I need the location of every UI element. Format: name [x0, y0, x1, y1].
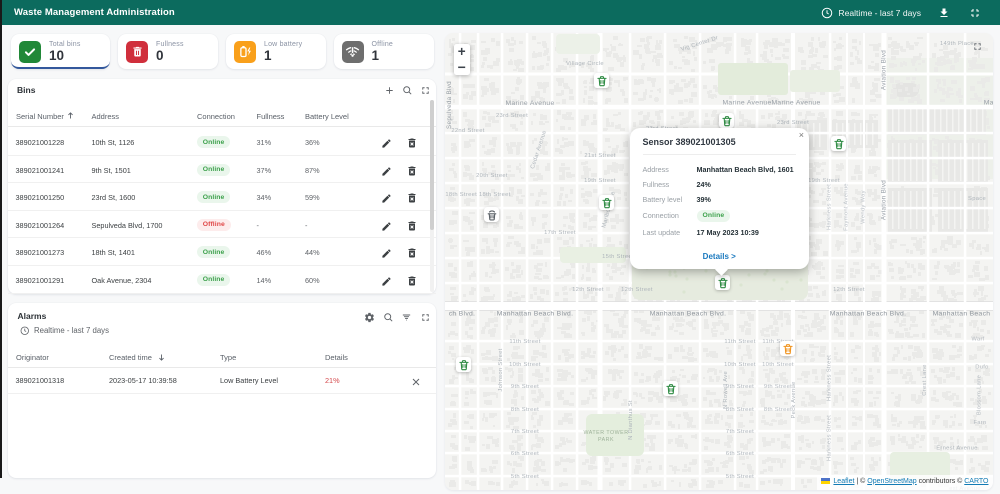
svg-text:8th Street: 8th Street — [764, 407, 792, 413]
svg-text:22nd Street: 22nd Street — [451, 128, 484, 134]
svg-text:Johnson Street: Johnson Street — [498, 348, 504, 391]
svg-text:Sepulveda Blvd: Sepulveda Blvd — [446, 81, 453, 129]
svg-text:6th Street: 6th Street — [511, 451, 539, 457]
svg-text:Manhattan Beach B: Manhattan Beach B — [933, 311, 993, 318]
svg-text:Peck Avenue: Peck Avenue — [791, 381, 797, 418]
svg-text:20th Street: 20th Street — [476, 173, 508, 179]
svg-text:Crest Lane: Crest Lane — [922, 364, 928, 395]
svg-text:Harkness Street: Harkness Street — [827, 355, 833, 401]
svg-text:18th Street 18th Street: 18th Street 18th Street — [445, 192, 510, 198]
svg-text:Aviation Blvd: Aviation Blvd — [881, 50, 888, 90]
svg-text:149th Place: 149th Place — [940, 41, 974, 47]
svg-text:17th Street: 17th Street — [544, 230, 576, 236]
svg-text:Village Circle: Village Circle — [566, 61, 604, 67]
svg-text:23rd Street: 23rd Street — [496, 113, 528, 119]
svg-text:10th Street: 10th Street — [509, 362, 541, 368]
svg-text:11th Street: 11th Street — [509, 339, 540, 345]
svg-text:ch Blvd.: ch Blvd. — [449, 311, 476, 318]
svg-text:12th Street: 12th Street — [833, 287, 865, 293]
svg-text:12th Street: 12th Street — [572, 287, 604, 293]
svg-text:Wendy Way: Wendy Way — [861, 190, 867, 224]
svg-text:5th Street: 5th Street — [511, 474, 539, 480]
svg-text:PARK: PARK — [598, 437, 614, 443]
svg-text:6th Street: 6th Street — [726, 451, 754, 457]
svg-text:Marine Avenue: Marine Avenue — [505, 100, 554, 107]
svg-text:Dufo: Dufo — [975, 365, 988, 371]
svg-text:10th Street: 10th Street — [762, 362, 794, 368]
svg-text:Mar: Mar — [984, 100, 993, 107]
svg-text:11th Street: 11th Street — [724, 339, 755, 345]
svg-text:Marine Avenue: Marine Avenue — [771, 100, 820, 107]
svg-text:Ernest Avenue: Ernest Avenue — [936, 446, 978, 452]
svg-text:10th Street: 10th Street — [724, 362, 756, 368]
svg-text:WATER TOWER: WATER TOWER — [583, 430, 628, 436]
svg-text:23rd Street: 23rd Street — [777, 120, 809, 126]
svg-text:N Dianthus St: N Dianthus St — [628, 400, 634, 440]
svg-text:21st Street: 21st Street — [584, 153, 615, 159]
svg-text:12th Street: 12th Street — [621, 287, 653, 293]
svg-text:9th Street: 9th Street — [726, 384, 754, 390]
svg-text:Harkness Street: Harkness Street — [827, 415, 833, 461]
svg-text:Manhattan Beach Blvd.: Manhattan Beach Blvd. — [497, 311, 574, 318]
svg-text:7th Street: 7th Street — [511, 429, 539, 435]
svg-text:N Rowell Ave: N Rowell Ave — [723, 371, 729, 409]
svg-text:19th Street: 19th Street — [808, 178, 840, 184]
svg-text:9th Street: 9th Street — [764, 384, 792, 390]
svg-text:Manhattan Beach Blvd.: Manhattan Beach Blvd. — [830, 311, 907, 318]
svg-text:7th Street: 7th Street — [726, 429, 754, 435]
svg-text:Marine Avenue: Marine Avenue — [722, 100, 771, 107]
svg-text:Harkness Street: Harkness Street — [827, 184, 833, 230]
svg-text:19th Street: 19th Street — [584, 178, 616, 184]
svg-text:Farn: Farn — [973, 420, 986, 426]
svg-text:Space: Space — [968, 196, 986, 202]
svg-text:Warf: Warf — [971, 337, 984, 343]
svg-text:8th Street: 8th Street — [511, 407, 539, 413]
svg-text:5th Street: 5th Street — [726, 474, 754, 480]
svg-text:Aviation Blvd: Aviation Blvd — [881, 180, 888, 220]
svg-text:Blossom Lane: Blossom Lane — [977, 375, 983, 415]
svg-text:Faymont Avenue: Faymont Avenue — [844, 183, 850, 231]
svg-text:9th Street: 9th Street — [511, 384, 539, 390]
svg-text:Manhattan Beach Blvd.: Manhattan Beach Blvd. — [650, 311, 727, 318]
svg-text:8th Street: 8th Street — [726, 407, 754, 413]
